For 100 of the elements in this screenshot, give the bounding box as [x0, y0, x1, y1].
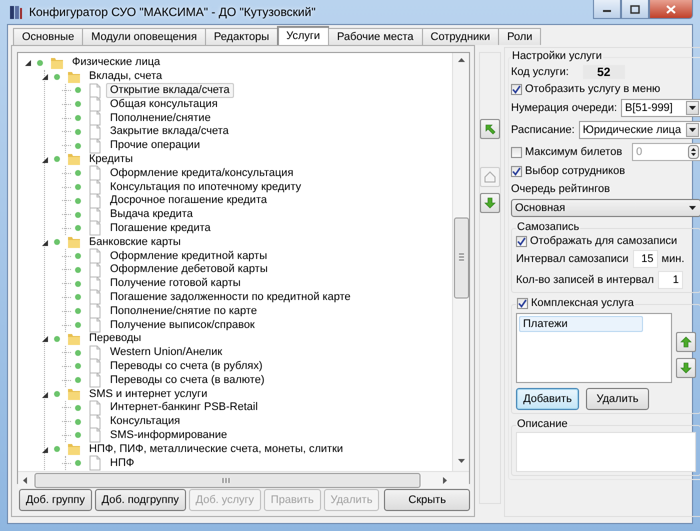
- tree-item[interactable]: Оформление кредитной карты: [106, 248, 272, 264]
- document-icon: [87, 192, 103, 209]
- field-label: Код услуги:: [511, 66, 569, 78]
- status-dot-icon: [74, 307, 82, 316]
- document-icon: [87, 372, 103, 388]
- description-field[interactable]: [516, 432, 696, 472]
- status-dot-icon: [74, 169, 82, 178]
- tree-item[interactable]: Погашение кредита: [106, 220, 215, 236]
- checkmark-icon: [512, 84, 521, 94]
- status-dot-icon: [74, 459, 82, 467]
- tab[interactable]: Роли: [498, 28, 542, 45]
- tree-item[interactable]: Консультация: [106, 414, 184, 430]
- maximize-icon: [630, 4, 640, 14]
- checkbox[interactable]: [516, 236, 527, 246]
- number-field[interactable]: 15: [632, 250, 658, 268]
- move-down-button[interactable]: [676, 358, 696, 378]
- tree-item[interactable]: Выдача кредита: [106, 207, 197, 222]
- spinner-arrows-icon[interactable]: [688, 145, 699, 159]
- tree-item[interactable]: SMS-информирование: [106, 428, 232, 443]
- status-dot-icon: [74, 293, 82, 302]
- checkbox[interactable]: [511, 166, 522, 176]
- tab[interactable]: Основные: [13, 28, 84, 45]
- status-dot-icon: [74, 348, 82, 357]
- folder-icon: [66, 441, 82, 458]
- dropdown[interactable]: Юридические лица: [578, 121, 700, 139]
- tree-item[interactable]: Погашение задолженности по кредитной карте: [106, 290, 355, 305]
- tree-item[interactable]: Банковские карты: [85, 234, 185, 250]
- move-button[interactable]: [480, 119, 500, 139]
- checkbox[interactable]: [511, 84, 522, 94]
- tab[interactable]: Услуги: [277, 26, 330, 45]
- tree-item[interactable]: НПФ: [106, 456, 138, 471]
- tree-item[interactable]: НПФ, ПИФ, металлические счета, монеты, слитки: [85, 442, 348, 457]
- status-dot-icon: [74, 252, 82, 260]
- tree-item[interactable]: Western Union/Анелик: [106, 345, 226, 360]
- close-button[interactable]: [649, 0, 693, 19]
- tree-item[interactable]: Досрочное погашение кредита: [106, 193, 271, 208]
- status-dot-icon: [74, 100, 82, 108]
- status-dot-icon: [74, 196, 82, 205]
- tree-item[interactable]: Переводы со счета (в рублях): [106, 358, 267, 374]
- tree-item[interactable]: Закрытие вклада/счета: [106, 124, 233, 140]
- checkmark-icon: [518, 298, 527, 308]
- tree-item[interactable]: SMS и интернет услуги: [85, 386, 212, 402]
- tree-item[interactable]: Кредиты: [85, 152, 137, 167]
- checkbox-label: Отображать для самозаписи: [530, 235, 678, 247]
- tree-item[interactable]: Интернет-банкинг PSB-Retail: [106, 400, 262, 416]
- status-dot-icon: [74, 321, 82, 330]
- tab[interactable]: Рабочие места: [328, 28, 423, 45]
- group-title: Настройки услуги: [511, 50, 603, 62]
- minimize-button[interactable]: [593, 0, 621, 19]
- tab[interactable]: Модули оповещения: [82, 28, 206, 45]
- tree-item[interactable]: Оформление дебетовой карты: [106, 262, 272, 278]
- tree-item[interactable]: Получение выписок/справок: [106, 318, 259, 333]
- dropdown[interactable]: Основная: [511, 199, 700, 217]
- unit-label: мин.: [662, 253, 684, 265]
- status-dot-icon: [74, 210, 82, 219]
- tree-item[interactable]: Получение готовой карты: [106, 276, 245, 292]
- tree-item[interactable]: Переводы: [85, 331, 146, 346]
- tab[interactable]: Редакторы: [204, 28, 278, 45]
- number-field[interactable]: 1: [658, 271, 683, 289]
- folder-icon: [66, 234, 82, 250]
- document-icon: [87, 248, 103, 264]
- status-dot-icon: [53, 390, 61, 398]
- checkmark-icon: [512, 166, 521, 176]
- document-icon: [87, 165, 103, 182]
- tree-item[interactable]: Пополнение/снятие: [106, 110, 215, 126]
- tree-item[interactable]: Открытие вклада/счета: [106, 83, 234, 98]
- tab[interactable]: Сотрудники: [422, 28, 500, 45]
- vertical-scrollbar[interactable]: [452, 53, 469, 471]
- tree-action-button[interactable]: Доб. подгруппу: [94, 489, 186, 511]
- tree-item[interactable]: Общая консультация: [106, 96, 222, 112]
- tree-action-button[interactable]: Скрыть: [384, 489, 470, 511]
- checkbox[interactable]: [511, 146, 522, 158]
- dropdown[interactable]: B[51-999]: [621, 99, 700, 117]
- tree-item[interactable]: Физические лица: [68, 55, 164, 70]
- tree-action-button[interactable]: Доб. группу: [19, 489, 92, 511]
- move-button[interactable]: [480, 193, 500, 213]
- list-item[interactable]: Платежи: [519, 316, 643, 332]
- status-dot-icon: [74, 376, 82, 384]
- document-icon: [87, 358, 103, 374]
- tree-item[interactable]: Вклады, счета: [85, 69, 166, 84]
- tree-item[interactable]: Прочие операции: [106, 138, 204, 154]
- tree-item[interactable]: Оформление кредита/консультация: [106, 166, 298, 181]
- checkbox[interactable]: [517, 298, 528, 308]
- checkbox-label: Отобразить услугу в меню: [525, 83, 660, 95]
- group-title: Самозапись: [516, 221, 580, 233]
- move-up-button[interactable]: [676, 332, 696, 352]
- status-dot-icon: [74, 404, 82, 412]
- list-action-button[interactable]: Добавить: [516, 388, 579, 410]
- field-label: Расписание:: [511, 124, 575, 136]
- document-icon: [87, 317, 103, 334]
- tree-item[interactable]: Консультация по ипотечному кредиту: [106, 180, 306, 195]
- status-dot-icon: [74, 280, 82, 288]
- document-icon: [87, 303, 103, 320]
- horizontal-scrollbar[interactable]: [18, 471, 469, 488]
- up-arrow-icon: [678, 334, 694, 350]
- list-action-button[interactable]: Удалить: [586, 388, 649, 410]
- tree-item[interactable]: Переводы со счета (в валюте): [106, 372, 269, 388]
- maximize-button[interactable]: [621, 0, 649, 19]
- tree-item[interactable]: Пополнение/снятие по карте: [106, 304, 261, 319]
- checkbox-label: Максимум билетов: [525, 146, 622, 158]
